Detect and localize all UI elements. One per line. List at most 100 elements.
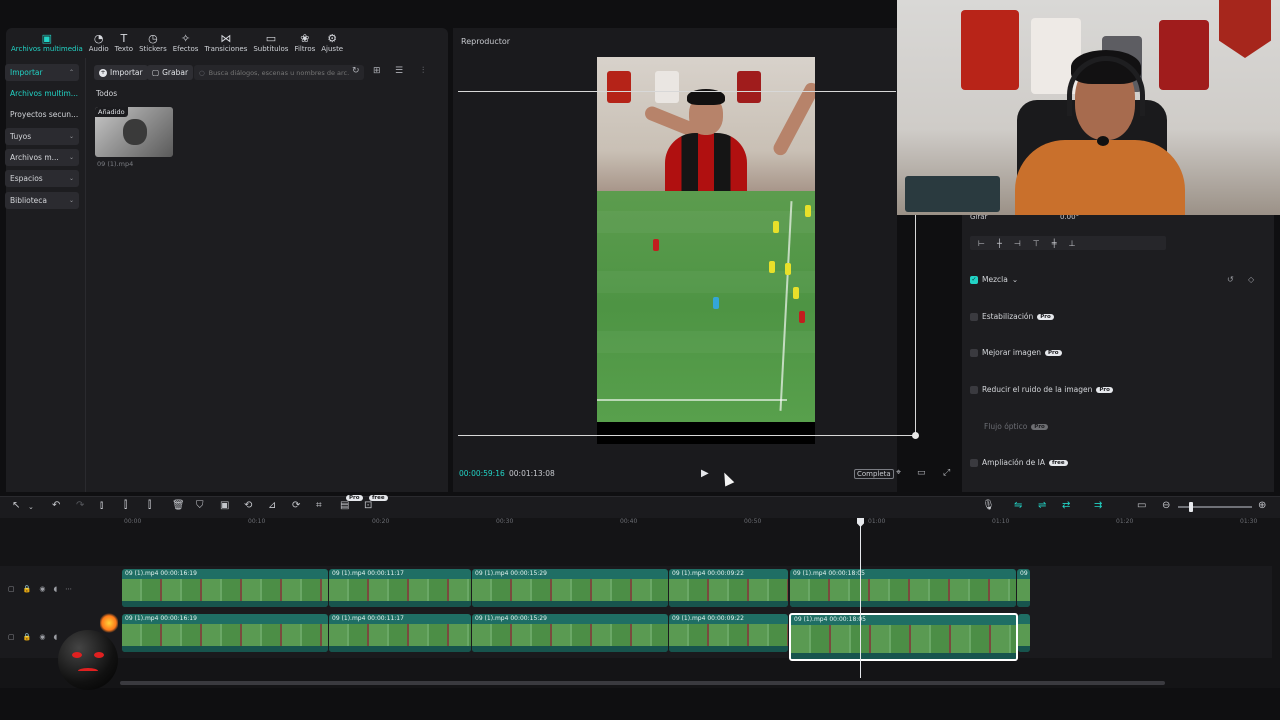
align-center-icon[interactable]: ┼ <box>997 239 1002 248</box>
linkage-icon[interactable]: ⇄ <box>1062 500 1070 511</box>
selected-video-clip[interactable]: 09 (1).mp4 00:00:18:05 <box>789 613 1018 661</box>
checkbox-icon[interactable] <box>970 312 978 321</box>
tab-media[interactable]: ▣ Archivos multimedia <box>8 28 86 58</box>
video-clip[interactable]: 09 (1).mp4 00:00:18:05 <box>790 569 1016 607</box>
refresh-icon[interactable]: ↻ <box>352 66 360 76</box>
video-clip[interactable]: 09 (1).mp4 00:00:15:29 <box>472 569 668 607</box>
marker-icon[interactable]: ⛉ <box>196 500 204 511</box>
video-clip[interactable]: 09 (1).mp4 00:00:11:17 <box>329 614 471 652</box>
split-right-icon[interactable]: ⫿ <box>148 500 151 511</box>
zoom-in-icon[interactable]: ⊕ <box>1258 500 1266 511</box>
sidebar-item-media-files[interactable]: Archivos multim... <box>5 85 79 102</box>
video-preview[interactable] <box>597 57 815 444</box>
checkbox-icon[interactable] <box>970 458 978 467</box>
fullscreen-icon[interactable]: ⤢ <box>943 468 950 478</box>
tab-subtitles[interactable]: ▭ Subtítulos <box>250 28 291 58</box>
search-input[interactable] <box>208 68 349 77</box>
align-left-icon[interactable]: ⊢ <box>978 239 985 248</box>
speaker-icon[interactable]: ◖ <box>53 633 57 641</box>
search-box[interactable]: ○ <box>194 65 364 80</box>
tab-effects[interactable]: ✧ Efectos <box>170 28 202 58</box>
tab-stickers[interactable]: ◷ Stickers <box>136 28 170 58</box>
denoise-toggle[interactable]: Reducir el ruido de la imagen Pro <box>970 385 1113 394</box>
rotate-icon[interactable]: ⟳ <box>292 500 300 511</box>
tab-audio[interactable]: ◔ Audio <box>86 28 112 58</box>
sidebar-item-import[interactable]: Importar ⌃ <box>5 64 79 81</box>
chevron-down-icon[interactable]: ⌄ <box>28 503 34 511</box>
lock-icon[interactable]: 🔒 <box>23 633 32 641</box>
auto-snap-icon[interactable]: ⇌ <box>1038 500 1046 511</box>
reset-icon[interactable]: ↺ <box>1227 275 1234 284</box>
zoom-slider-handle[interactable] <box>1189 502 1193 512</box>
video-clip[interactable]: 09 (1).mp4 00:00:09:22 <box>669 569 788 607</box>
sidebar-item-spaces[interactable]: Espacios ⌄ <box>5 170 79 187</box>
auto-reframe-icon[interactable]: ⊡ <box>364 500 372 511</box>
tab-adjust[interactable]: ⚙ Ajuste <box>318 28 346 58</box>
timeline-scrollbar[interactable] <box>120 681 1165 685</box>
eye-icon[interactable]: ◉ <box>39 585 45 593</box>
play-icon[interactable]: ▶ <box>701 468 709 479</box>
video-clip[interactable]: 09 (1).mp4 00:00:09:22 <box>669 614 788 652</box>
redo-icon[interactable]: ↷ <box>76 500 84 511</box>
align-right-icon[interactable]: ⊣ <box>1014 239 1021 248</box>
video-clip[interactable]: 09 (1).mp4 00:00:16:19 <box>122 569 328 607</box>
tab-transitions[interactable]: ⋈ Transiciones <box>201 28 250 58</box>
mirror-icon[interactable]: ⊿ <box>268 500 276 511</box>
video-clip[interactable]: 09 <box>1017 569 1030 607</box>
blend-toggle[interactable]: ✓ Mezcla ⌄ <box>970 275 1018 284</box>
full-quality-button[interactable]: Completa <box>854 469 894 479</box>
more-icon[interactable]: ⋯ <box>65 585 72 593</box>
ratio-icon[interactable]: ▭ <box>917 468 926 478</box>
lock-icon[interactable]: 🔒 <box>23 585 32 593</box>
freeze-icon[interactable]: ▣ <box>220 500 229 511</box>
reverse-icon[interactable]: ⟲ <box>244 500 252 511</box>
transform-handle[interactable] <box>912 432 919 439</box>
track-cover-icon[interactable]: ▢ <box>8 633 15 641</box>
checkbox-icon[interactable] <box>970 385 978 394</box>
split-left-icon[interactable]: ⫿ <box>124 500 127 511</box>
preview-axis-icon[interactable]: ⇉ <box>1094 500 1102 511</box>
align-top-icon[interactable]: ⊤ <box>1033 239 1040 248</box>
eye-icon[interactable]: ◉ <box>39 633 45 641</box>
tab-text[interactable]: T Texto <box>112 28 136 58</box>
sort-icon[interactable]: ☰ <box>395 66 403 76</box>
focus-icon[interactable]: ⌖ <box>896 468 901 478</box>
video-clip[interactable] <box>1018 614 1030 652</box>
sidebar-item-library[interactable]: Biblioteca ⌄ <box>5 192 79 209</box>
zoom-out-icon[interactable]: ⊖ <box>1162 500 1170 511</box>
delete-icon[interactable]: 🗑 <box>172 500 185 511</box>
time-ruler[interactable] <box>0 518 1280 532</box>
tab-filters[interactable]: ❀ Filtros <box>291 28 318 58</box>
grid-view-icon[interactable]: ⊞ <box>373 66 381 76</box>
keyframe-icon[interactable]: ◇ <box>1248 275 1254 284</box>
sidebar-item-yours[interactable]: Tuyos ⌄ <box>5 128 79 145</box>
checkbox-icon[interactable] <box>970 348 978 357</box>
import-button[interactable]: + Importar <box>94 65 148 80</box>
playhead[interactable] <box>860 524 861 678</box>
filter-funnel-icon[interactable]: ⫶ <box>422 66 424 76</box>
captions-icon[interactable]: ▤ <box>340 500 349 511</box>
crop-icon[interactable]: ⌗ <box>316 500 322 511</box>
align-bottom-icon[interactable]: ⊥ <box>1069 239 1076 248</box>
ai-expand-toggle[interactable]: Ampliación de IA free <box>970 458 1068 467</box>
align-middle-icon[interactable]: ╪ <box>1052 239 1057 248</box>
video-clip[interactable]: 09 (1).mp4 00:00:15:29 <box>472 614 668 652</box>
main-track-magnet-icon[interactable]: ⇋ <box>1014 500 1022 511</box>
speaker-icon[interactable]: ◖ <box>53 585 57 593</box>
split-icon[interactable]: ⫾ <box>100 500 103 511</box>
video-clip[interactable]: 09 (1).mp4 00:00:11:17 <box>329 569 471 607</box>
record-button[interactable]: ▢ Grabar <box>147 65 194 80</box>
video-clip[interactable]: 09 (1).mp4 00:00:16:19 <box>122 614 328 652</box>
undo-icon[interactable]: ↶ <box>52 500 60 511</box>
checkbox-checked-icon[interactable]: ✓ <box>970 275 978 284</box>
microphone-icon[interactable]: 🎙 <box>982 500 995 511</box>
tab-all[interactable]: Todos <box>96 89 117 98</box>
media-thumbnail[interactable]: Añadido <box>95 107 173 157</box>
track-cover-icon[interactable]: ▢ <box>8 585 15 593</box>
captions-preview-icon[interactable]: ▭ <box>1137 500 1146 511</box>
enhance-image-toggle[interactable]: Mejorar imagen Pro <box>970 348 1062 357</box>
stabilization-toggle[interactable]: Estabilización Pro <box>970 312 1054 321</box>
sidebar-item-archives[interactable]: Archivos m... ⌄ <box>5 149 79 166</box>
select-cursor-icon[interactable]: ↖ <box>12 500 20 511</box>
sidebar-item-subprojects[interactable]: Proyectos secun... <box>5 106 79 123</box>
